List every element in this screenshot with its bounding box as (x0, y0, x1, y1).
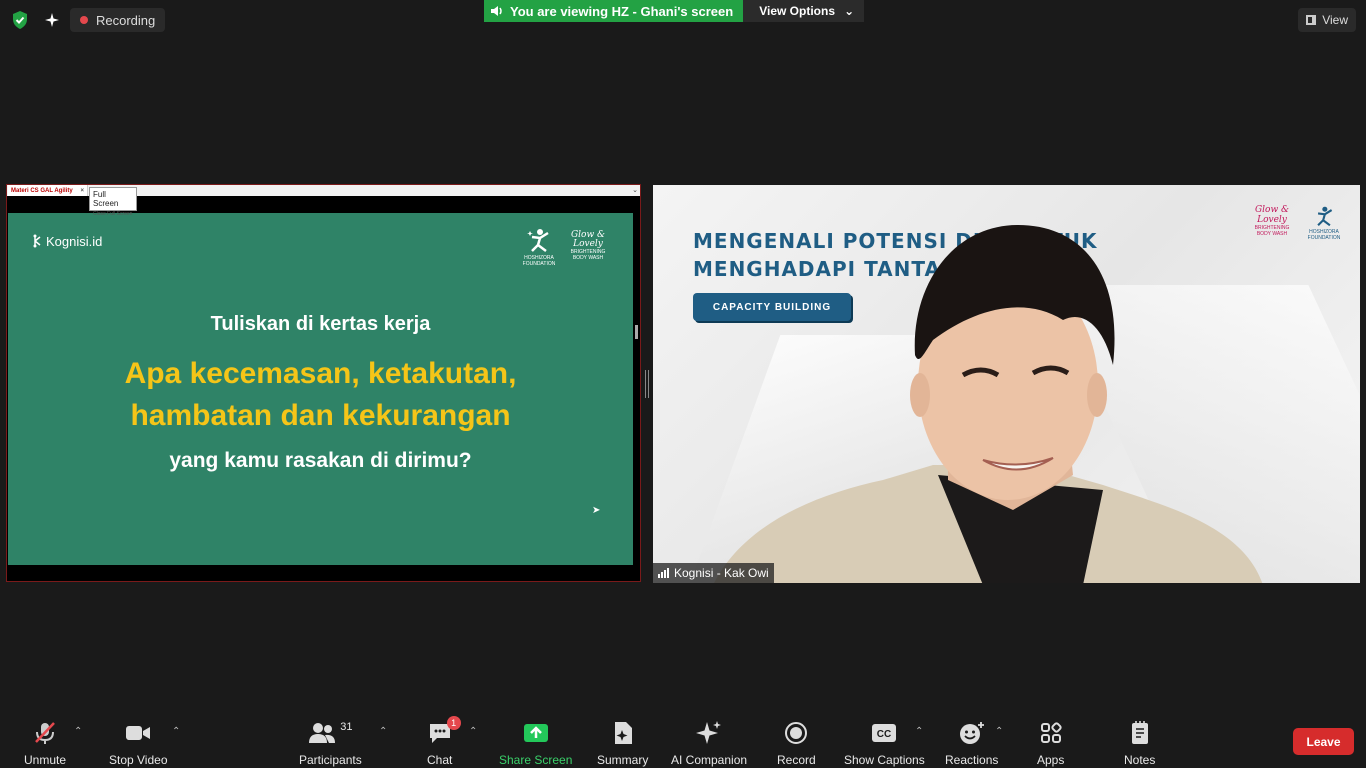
record-icon (785, 720, 808, 746)
hoshizora-text: HOSHIZORA FOUNDATION (522, 255, 556, 267)
participant-person-image (714, 225, 1263, 583)
tab-title: Materi CS GAL Agility (11, 187, 73, 194)
recording-dot-icon (80, 16, 88, 24)
share-screen-label: Share Screen (499, 753, 573, 767)
reactions-button[interactable]: Reactions (945, 720, 998, 767)
viewing-banner: You are viewing HZ - Ghani's screen View… (484, 0, 865, 22)
notes-label: Notes (1124, 753, 1156, 767)
slide-question-line2: hambatan dan kekurangan (130, 399, 511, 432)
participants-label: Participants (299, 753, 362, 767)
cc-icon-text: CC (877, 729, 891, 740)
share-screen-icon (523, 720, 549, 746)
summary-document-icon (612, 720, 634, 746)
apps-button[interactable]: Apps (1037, 720, 1064, 767)
participants-icon: 31 (308, 720, 352, 746)
share-screen-button[interactable]: Share Screen (499, 720, 572, 767)
slide-instruction: Tuliskan di kertas kerja (210, 313, 431, 335)
view-grid-icon (1306, 15, 1317, 25)
presentation-slide: Kognisi.id HOSHIZORA FOUNDATION Glow & L… (8, 213, 633, 565)
chevron-up-icon[interactable]: ⌃ (74, 726, 82, 737)
speaker-icon (491, 6, 502, 16)
chevron-up-icon[interactable]: ⌃ (469, 726, 477, 737)
closed-captions-icon: CC (871, 720, 897, 746)
apps-grid-icon (1040, 720, 1062, 746)
chevron-up-icon[interactable]: ⌃ (379, 726, 387, 737)
fullscreen-tooltip: Full Screen Close Full Screen (89, 187, 137, 217)
viewing-notice: You are viewing HZ - Ghani's screen (484, 0, 744, 22)
record-label: Record (777, 753, 816, 767)
summary-button[interactable]: Summary (597, 720, 648, 767)
slide-question-end: yang kamu rasakan di dirimu? (169, 449, 472, 472)
signal-strength-icon (658, 568, 669, 578)
recording-indicator[interactable]: Recording (70, 8, 166, 32)
microphone-muted-icon (32, 720, 58, 746)
reactions-label: Reactions (945, 753, 999, 767)
chevron-up-icon[interactable]: ⌃ (915, 726, 923, 737)
stop-video-button[interactable]: Stop Video (109, 720, 168, 767)
ai-companion-label: AI Companion (671, 753, 748, 767)
slide-question: Apa kecemasan, ketakutan, hambatan dan k… (8, 353, 633, 437)
view-options-button[interactable]: View Options ⌄ (743, 0, 865, 22)
summary-label: Summary (597, 753, 649, 767)
tooltip-subtitle: Close Full Screen (93, 211, 133, 217)
hoshizora-text: HOSHIZORA FOUNDATION (1307, 229, 1341, 241)
close-icon[interactable]: × (80, 188, 84, 194)
unmute-button[interactable]: Unmute (24, 720, 66, 767)
recording-label: Recording (96, 12, 156, 28)
chat-button[interactable]: 1 Chat (427, 716, 461, 767)
chat-bubble-icon: 1 (428, 716, 461, 746)
notes-button[interactable]: Notes (1124, 720, 1155, 767)
view-button[interactable]: View (1298, 8, 1356, 32)
tooltip-title: Full Screen (93, 190, 119, 208)
ai-companion-sparkle-icon (696, 720, 722, 746)
video-camera-icon (125, 720, 151, 746)
leave-button[interactable]: Leave (1293, 728, 1354, 755)
apps-label: Apps (1037, 753, 1065, 767)
kognisi-mark-icon (33, 234, 41, 248)
participants-button[interactable]: 31 Participants (299, 720, 362, 767)
hoshizora-figure-icon (1317, 206, 1333, 227)
split-resize-handle[interactable] (645, 370, 649, 398)
hoshizora-figure-icon (527, 229, 549, 252)
glow-script-text: Glow & Lovely (1254, 205, 1290, 225)
chat-unread-badge: 1 (446, 716, 461, 730)
participant-name-badge: Kognisi - Kak Owi (653, 563, 774, 583)
view-options-label: View Options (759, 4, 835, 18)
chevron-up-icon[interactable]: ⌃ (172, 726, 180, 737)
mouse-cursor-icon: ➤ (592, 505, 601, 516)
participant-video[interactable]: MENGENALI POTENSI DIRI UNTUK MENGHADAPI … (653, 185, 1360, 583)
shield-icon[interactable] (10, 10, 30, 30)
viewing-label: You are viewing HZ - Ghani's screen (510, 3, 734, 19)
chevron-down-icon[interactable]: ⌄ (632, 186, 638, 194)
kognisi-brand: Kognisi.id (46, 233, 103, 249)
ai-sparkle-icon[interactable] (40, 8, 64, 32)
participant-name: Kognisi - Kak Owi (674, 566, 769, 580)
chevron-down-icon: ⌄ (844, 4, 855, 18)
slide-question-line1: Apa kecemasan, ketakutan, (124, 357, 517, 390)
ai-companion-button[interactable]: AI Companion (671, 720, 747, 767)
glow-sub-text: BRIGHTENING BODY WASH (570, 249, 606, 261)
meeting-toolbar: Unmute ⌃ Stop Video ⌃ 31 Participants ⌃ … (0, 712, 1366, 768)
view-label: View (1322, 13, 1348, 27)
show-captions-label: Show Captions (844, 753, 925, 767)
reactions-emoji-icon (959, 720, 985, 746)
meeting-top-bar: Recording You are viewing HZ - Ghani's s… (0, 0, 1366, 40)
glow-lovely-logo: Glow & Lovely BRIGHTENING BODY WASH (568, 230, 608, 262)
chevron-up-icon[interactable]: ⌃ (995, 726, 1003, 737)
participants-count: 31 (340, 721, 353, 733)
kognisi-logo: Kognisi.id (32, 233, 102, 249)
chat-label: Chat (427, 753, 453, 767)
record-button[interactable]: Record (777, 720, 816, 767)
notes-icon (1130, 720, 1150, 746)
stop-video-label: Stop Video (109, 753, 168, 767)
browser-tab[interactable]: Materi CS GAL Agility × (8, 185, 88, 196)
show-captions-button[interactable]: CC Show Captions (844, 720, 925, 767)
hoshizora-logo: HOSHIZORA FOUNDATION (520, 227, 558, 267)
shared-screen[interactable]: Materi CS GAL Agility × ⌄ Full Screen Cl… (6, 184, 641, 582)
scrollbar-thumb[interactable] (635, 325, 638, 339)
hoshizora-logo: HOSHIZORA FOUNDATION (1306, 205, 1342, 241)
unmute-label: Unmute (24, 753, 67, 767)
glow-script-text: Glow & Lovely (570, 230, 606, 249)
